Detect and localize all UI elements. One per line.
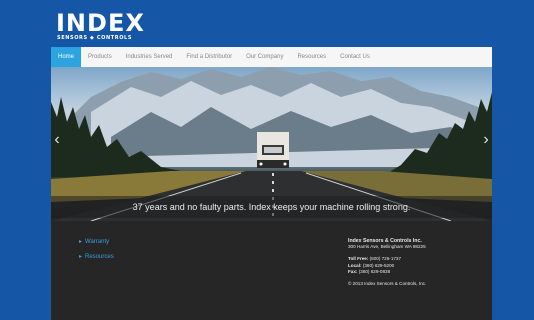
local-number[interactable]: (360) 629-5200: [363, 263, 394, 268]
nav-item-our-company[interactable]: Our Company: [239, 47, 290, 67]
logo-tagline: SENSORS ◆ CONTROLS: [57, 35, 133, 41]
footer-link-resources[interactable]: ▸ Resources: [79, 253, 114, 260]
toll-free-number[interactable]: (800) 726-1737: [370, 256, 401, 261]
fax-number: (360) 629-0838: [358, 268, 391, 274]
site-container: INDEX SENSORS ◆ CONTROLS Home Products I…: [51, 0, 492, 320]
footer-link-label: Warranty: [85, 239, 110, 245]
local-label: Local:: [348, 262, 362, 268]
logo[interactable]: INDEX SENSORS ◆ CONTROLS: [56, 11, 144, 42]
footer-links: ▸ Warranty ▸ Resources: [79, 238, 114, 268]
nav-item-find-a-distributor[interactable]: Find a Distributor: [179, 47, 239, 67]
footer-contact: Index Sensors & Controls Inc. 300 Harris…: [348, 238, 488, 287]
footer: ▸ Warranty ▸ Resources Index Sensors & Con…: [51, 221, 492, 320]
slider-prev-arrow[interactable]: ‹: [52, 129, 62, 151]
footer-link-label: Resources: [85, 254, 114, 260]
slider-next-arrow[interactable]: ›: [481, 129, 491, 151]
hero-caption: 37 years and no faulty parts. Index keep…: [51, 196, 492, 218]
chevron-left-icon: ‹: [54, 131, 60, 148]
copyright: © 2013 Index Sensors & Controls, Inc.: [348, 281, 427, 287]
chevron-right-icon: ›: [483, 131, 489, 148]
nav-item-home[interactable]: Home: [51, 47, 82, 67]
nav-item-industries-served[interactable]: Industries Served: [119, 47, 180, 67]
bullet-icon: ▸: [79, 239, 83, 245]
bullet-icon: ▸: [79, 254, 83, 260]
nav-item-contact-us[interactable]: Contact Us: [333, 47, 377, 67]
toll-free-label: Toll Free:: [348, 256, 369, 262]
nav-item-resources[interactable]: Resources: [290, 47, 333, 67]
fax-label: Fax:: [348, 268, 358, 274]
main-nav: Home Products Industries Served Find a D…: [51, 47, 492, 68]
footer-link-warranty[interactable]: ▸ Warranty: [79, 238, 114, 245]
logo-wordmark: INDEX: [56, 9, 145, 37]
nav-item-products[interactable]: Products: [81, 47, 119, 67]
